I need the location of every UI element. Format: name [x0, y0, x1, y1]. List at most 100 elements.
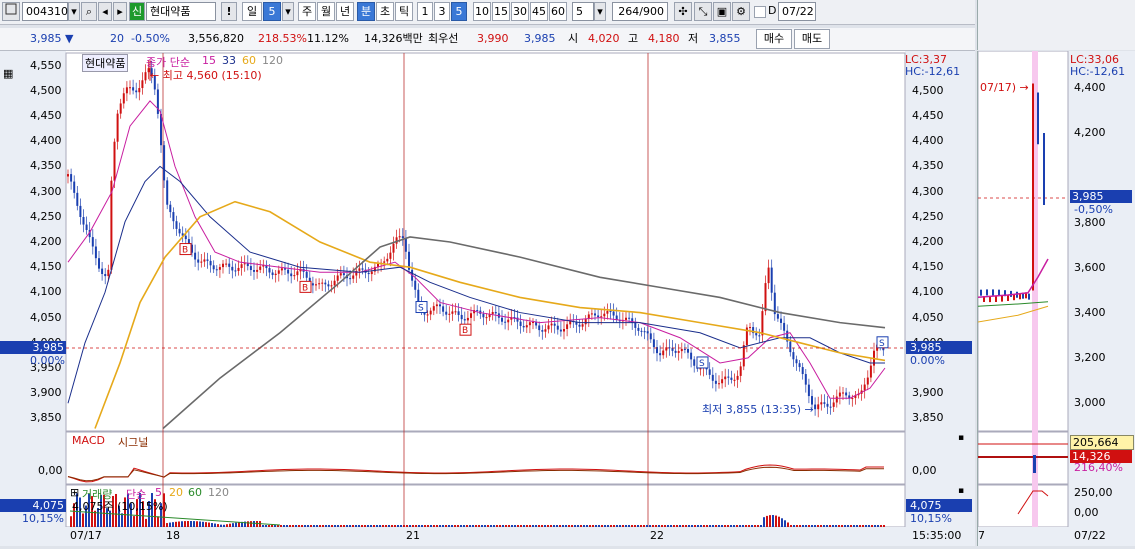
candle-body — [677, 351, 680, 353]
period-5[interactable]: 5 — [263, 2, 281, 21]
gear-icon[interactable]: ⚙ — [732, 2, 750, 21]
quote-bar: 3,985 ▼ 20 -0.50% 3,556,820 218.53% 11.1… — [0, 28, 975, 51]
info-button[interactable]: ! — [221, 2, 237, 21]
count-field[interactable]: 264/900 — [612, 2, 668, 21]
minute-30[interactable]: 30 — [511, 2, 529, 21]
volume-bar — [868, 525, 870, 527]
current-pct-left: 0.00% — [30, 354, 65, 367]
stock-name-field[interactable]: 현대약품 — [146, 2, 216, 21]
volume-bar — [517, 525, 519, 527]
candle-body — [807, 384, 810, 397]
mini-chart[interactable]: LC:33,06 HC:-12,61 07/17) → 4,400 4,200 3,… — [977, 50, 1135, 546]
minute-10[interactable]: 10 — [473, 2, 491, 21]
period-year[interactable]: 년 — [336, 2, 354, 21]
volume-bar — [883, 525, 885, 527]
minute-3[interactable]: 3 — [434, 2, 450, 21]
volume-bar — [592, 525, 594, 527]
mini-current-pct: -0,50% — [1074, 203, 1113, 216]
chevron-right-icon[interactable]: ▸ — [113, 2, 127, 21]
y-tick-right: 4,150 — [912, 260, 944, 274]
minute-5[interactable]: 5 — [451, 2, 467, 21]
period-day[interactable]: 일 — [242, 2, 262, 21]
minute-1[interactable]: 1 — [417, 2, 433, 21]
mini-y-tick: 3,200 — [1074, 351, 1106, 364]
date-field[interactable]: 07/22 — [778, 2, 816, 21]
candle-body — [234, 270, 237, 272]
period-minute[interactable]: 분 — [357, 2, 375, 21]
mini-price-panel — [977, 50, 1069, 432]
volume-bar — [559, 525, 561, 527]
period-second[interactable]: 초 — [376, 2, 394, 21]
volume-bar — [805, 525, 807, 527]
tools-icon[interactable]: ⤡ — [694, 2, 712, 21]
volume-bar — [766, 515, 768, 527]
stock-title-label: 현대약품 — [82, 54, 129, 72]
candle-body — [553, 323, 556, 326]
candle-body — [342, 273, 345, 276]
volume-bar — [859, 525, 861, 527]
period-tick[interactable]: 틱 — [395, 2, 413, 21]
minute-15[interactable]: 15 — [492, 2, 510, 21]
interval-dropdown-icon[interactable]: ▾ — [594, 2, 606, 21]
volume-bar — [355, 525, 357, 527]
volume-bar — [580, 525, 582, 527]
candle-body — [259, 266, 262, 270]
mini-date-note: 07/17) → — [980, 81, 1029, 94]
volume-bar — [667, 525, 669, 527]
volume-bar — [694, 525, 696, 527]
minute-60[interactable]: 60 — [549, 2, 567, 21]
main-chart[interactable]: BBBSSS ▦ 현대약품 종가 단순 15 33 60 120 ← 최고 4,… — [0, 51, 975, 546]
volume-bar — [262, 525, 264, 527]
volume-bar — [250, 521, 252, 527]
volume-close-icon[interactable]: ▪ — [958, 486, 964, 496]
macd-close-icon[interactable]: ▪ — [958, 433, 964, 443]
candle-body — [764, 283, 767, 312]
volume-ratio: 218.53% — [258, 32, 307, 45]
volume-bar — [673, 525, 675, 527]
volume-bar — [316, 525, 318, 527]
period-dropdown-icon[interactable]: ▾ — [282, 2, 294, 21]
candle-body — [178, 228, 181, 234]
candle-body — [209, 260, 212, 266]
volume-bar — [385, 525, 387, 527]
candle-body — [113, 141, 116, 181]
search-icon[interactable]: ⌕ — [81, 2, 97, 21]
sell-button[interactable]: 매도 — [794, 29, 830, 49]
date-checkbox[interactable] — [754, 6, 766, 18]
ma-15: 15 — [202, 54, 216, 67]
chart-type-icon[interactable] — [2, 2, 20, 21]
volume-bar — [871, 525, 873, 527]
buy-button[interactable]: 매수 — [756, 29, 792, 49]
interval-input[interactable]: 5 — [572, 2, 594, 21]
speaker-icon[interactable]: ◂ — [98, 2, 112, 21]
volume-value-note: 4,075주 (10,15%) — [72, 500, 168, 513]
volume-bar — [337, 525, 339, 527]
code-dropdown-icon[interactable]: ▾ — [68, 2, 80, 21]
volume-bar — [586, 525, 588, 527]
candle-body — [429, 310, 432, 315]
candle-body — [646, 331, 649, 334]
candle-body — [435, 304, 438, 307]
date-checkbox-label: D — [768, 4, 777, 17]
mini-x-axis-bg — [978, 527, 1135, 546]
volume-pct-right: 10,15% — [910, 512, 952, 525]
volume-bar — [469, 525, 471, 527]
save-icon[interactable]: ▣ — [713, 2, 731, 21]
volume-bar — [439, 525, 441, 527]
crosshair-icon[interactable]: ✣ — [674, 2, 692, 21]
volume-bar — [310, 525, 312, 527]
candle-body — [432, 306, 435, 311]
macd-zero-left: 0,00 — [38, 464, 63, 477]
candle-body — [271, 272, 274, 276]
volume-bar — [796, 525, 798, 527]
period-week[interactable]: 주 — [298, 2, 316, 21]
volume-bar — [844, 525, 846, 527]
stock-code-input[interactable]: 004310 — [22, 2, 68, 21]
grid-icon[interactable]: ▦ — [3, 67, 13, 80]
sell-marker-text: S — [699, 359, 705, 369]
open-value: 4,020 — [588, 32, 620, 45]
period-month[interactable]: 월 — [317, 2, 335, 21]
minute-45[interactable]: 45 — [530, 2, 548, 21]
candle-body — [414, 280, 417, 290]
candle-body — [293, 275, 296, 277]
